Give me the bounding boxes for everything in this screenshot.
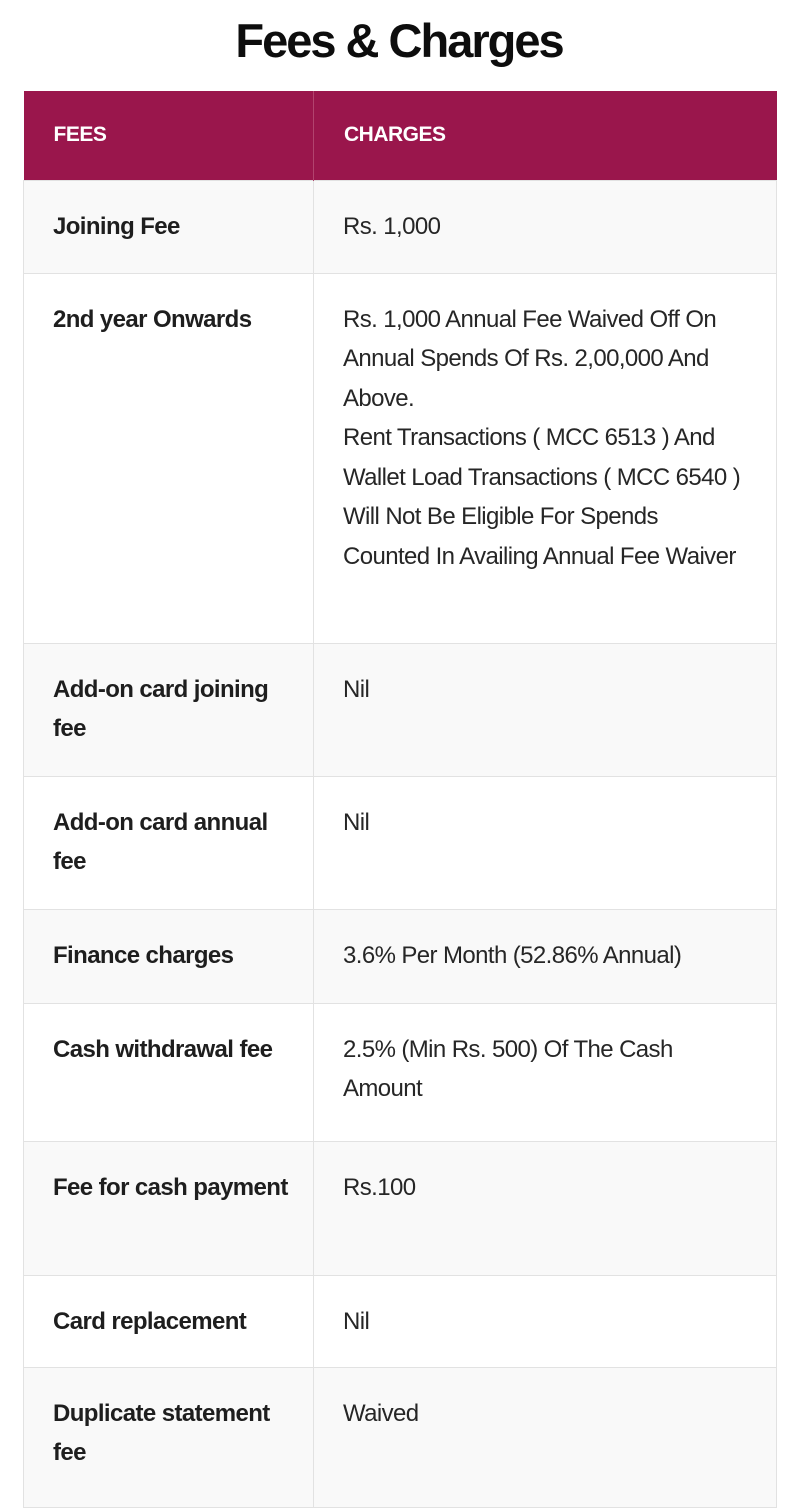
fee-charge-cell: Rs. 1,000	[313, 179, 777, 274]
table-row: Add-on card annual fee Nil	[23, 775, 777, 910]
fee-name-cell: Card replacement	[23, 1274, 314, 1368]
fees-column-header: FEES	[23, 91, 314, 180]
fee-charge-cell: Waived	[313, 1366, 777, 1508]
table-row: Fee for cash payment Rs.100	[23, 1140, 777, 1276]
fee-name-cell: Duplicate statement fee	[23, 1366, 314, 1508]
charges-column-header: CHARGES	[313, 91, 777, 180]
table-row: Finance charges 3.6% Per Month (52.86% A…	[23, 908, 777, 1004]
table-header: FEES CHARGES	[23, 91, 777, 180]
fees-table: FEES CHARGES Joining Fee Rs. 1,000 2nd y…	[23, 91, 777, 1508]
table-row: Joining Fee Rs. 1,000	[23, 179, 777, 274]
charge-text: Rs.100	[343, 1173, 416, 1201]
fee-charge-cell: 3.6% Per Month (52.86% Annual)	[313, 908, 777, 1004]
charge-text: Nil	[343, 675, 370, 703]
fee-name-cell: Joining Fee	[23, 179, 314, 274]
fee-charge-cell: Rs. 1,000 Annual Fee Waived Off On Annua…	[313, 272, 777, 644]
charge-text: Nil	[343, 1307, 370, 1335]
charge-text: Nil	[343, 808, 370, 836]
page-title: Fees & Charges	[235, 14, 564, 67]
fee-charge-cell: Rs.100	[313, 1140, 777, 1276]
fee-name-cell: Fee for cash payment	[23, 1140, 314, 1276]
charge-text: 3.6% Per Month (52.86% Annual)	[343, 941, 682, 969]
charge-text: Waived	[343, 1399, 419, 1427]
fee-name-cell: Cash withdrawal fee	[23, 1002, 314, 1142]
charge-text: Rent Transactions ( MCC 6513 ) And Walle…	[343, 424, 741, 570]
fee-charge-cell: Nil	[313, 775, 777, 910]
fee-charge-cell: Nil	[313, 1274, 777, 1368]
fee-name-cell: Add-on card joining fee	[23, 642, 314, 777]
table-row: Add-on card joining fee Nil	[23, 642, 777, 777]
fee-name-cell: Add-on card annual fee	[23, 775, 314, 910]
table-row: 2nd year Onwards Rs. 1,000 Annual Fee Wa…	[23, 272, 777, 644]
charge-text: Rs. 1,000 Annual Fee Waived Off On Annua…	[343, 305, 717, 412]
fee-name-cell: 2nd year Onwards	[23, 272, 314, 644]
fee-charge-cell: 2.5% (Min Rs. 500) Of The Cash Amount	[313, 1002, 777, 1142]
header-row: FEES CHARGES	[23, 91, 777, 180]
fee-charge-cell: Nil	[313, 642, 777, 777]
table-row: Duplicate statement fee Waived	[23, 1366, 777, 1508]
fee-name-cell: Finance charges	[23, 908, 314, 1004]
charge-text: Rs. 1,000	[343, 212, 441, 240]
table-row: Cash withdrawal fee 2.5% (Min Rs. 500) O…	[23, 1002, 777, 1142]
charge-text: 2.5% (Min Rs. 500) Of The Cash Amount	[343, 1035, 673, 1103]
table-row: Card replacement Nil	[23, 1274, 777, 1368]
table-body: Joining Fee Rs. 1,000 2nd year Onwards R…	[23, 179, 777, 1508]
